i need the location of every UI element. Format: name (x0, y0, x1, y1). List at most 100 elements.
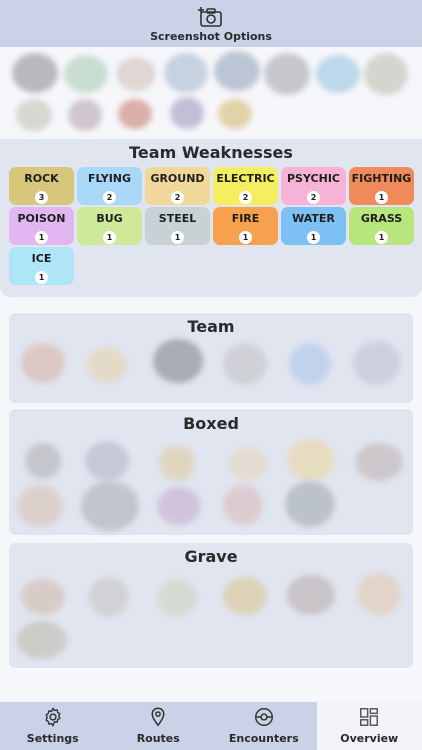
boxed-section: Boxed (9, 409, 413, 535)
weakness-count: 2 (171, 191, 184, 204)
weakness-type: BUG (96, 212, 123, 225)
weakness-type: ELECTRIC (216, 172, 275, 185)
grave-section: Grave (9, 543, 413, 668)
tab-routes[interactable]: Routes (106, 702, 212, 750)
weakness-type: FIGHTING (351, 172, 412, 185)
weakness-type: POISON (17, 212, 66, 225)
team-section: Team (9, 313, 413, 403)
pokemon-sprite[interactable] (287, 439, 335, 481)
screenshot-options-button[interactable]: Screenshot Options (0, 0, 422, 47)
weakness-type: FIRE (231, 212, 260, 225)
weakness-chip-psychic[interactable]: PSYCHIC 2 (281, 167, 346, 205)
weakness-type: FLYING (87, 172, 132, 185)
pokemon-sprite[interactable] (264, 53, 310, 95)
grave-section-title: Grave (184, 547, 238, 566)
bottom-tab-bar: Settings Routes Encounters Overview (0, 702, 422, 750)
weakness-count: 1 (171, 231, 184, 244)
weakness-chip-steel[interactable]: STEEL 1 (145, 207, 210, 245)
tab-label: Encounters (228, 732, 299, 745)
pokemon-sprite[interactable] (170, 97, 204, 129)
team-weaknesses-title: Team Weaknesses (129, 143, 293, 162)
weakness-chip-electric[interactable]: ELECTRIC 2 (213, 167, 278, 205)
gear-icon (41, 705, 65, 729)
weakness-chip-ground[interactable]: GROUND 2 (145, 167, 210, 205)
pokemon-sprite[interactable] (223, 343, 267, 385)
weakness-type: ROCK (24, 172, 59, 185)
pokemon-sprite[interactable] (12, 53, 58, 93)
pokemon-sprite[interactable] (353, 341, 401, 385)
weakness-count: 1 (103, 231, 116, 244)
weakness-count: 1 (35, 231, 48, 244)
screenshot-options-label: Screenshot Options (150, 30, 272, 43)
weakness-count: 2 (307, 191, 320, 204)
weakness-count: 1 (239, 231, 252, 244)
map-pin-icon (146, 705, 170, 729)
pokemon-sprite[interactable] (218, 99, 252, 129)
tab-label: Overview (340, 732, 399, 745)
pokemon-sprite[interactable] (16, 99, 52, 131)
pokemon-sprite[interactable] (364, 53, 408, 95)
pokemon-sprite[interactable] (21, 343, 65, 383)
weakness-type: GRASS (360, 212, 403, 225)
pokemon-sprite[interactable] (214, 51, 260, 91)
weakness-chip-poison[interactable]: POISON 1 (9, 207, 74, 245)
pokemon-sprite[interactable] (21, 579, 65, 615)
weakness-chip-fighting[interactable]: FIGHTING 1 (349, 167, 414, 205)
team-weaknesses-panel: Team Weaknesses ROCK 3 FLYING 2 GROUND 2 EL… (0, 139, 422, 297)
pokemon-sprite[interactable] (89, 577, 129, 617)
pokemon-sprite[interactable] (223, 485, 263, 525)
pokemon-sprite[interactable] (357, 573, 401, 615)
pokemon-sprite[interactable] (355, 443, 403, 481)
pokemon-sprite[interactable] (159, 445, 195, 481)
pokemon-sprite[interactable] (116, 57, 156, 91)
weakness-type: GROUND (150, 172, 205, 185)
tab-label: Routes (136, 732, 180, 745)
camera-add-icon (197, 5, 225, 29)
pokemon-sprite[interactable] (153, 339, 203, 383)
weakness-chip-ice[interactable]: ICE 1 (9, 247, 74, 285)
weakness-count: 3 (35, 191, 48, 204)
pokemon-sprite[interactable] (17, 621, 67, 659)
boxed-section-title: Boxed (183, 414, 239, 433)
weakness-count: 1 (35, 271, 48, 284)
weakness-count: 2 (103, 191, 116, 204)
weakness-chip-flying[interactable]: FLYING 2 (77, 167, 142, 205)
weakness-chip-fire[interactable]: FIRE 1 (213, 207, 278, 245)
dashboard-icon (357, 705, 381, 729)
pokemon-sprite[interactable] (287, 575, 335, 615)
pokemon-sprite[interactable] (87, 347, 127, 383)
pokemon-sprite[interactable] (118, 99, 152, 129)
pokemon-sprite[interactable] (289, 343, 331, 385)
weakness-type: WATER (292, 212, 335, 225)
weakness-count: 1 (307, 231, 320, 244)
weakness-chip-bug[interactable]: BUG 1 (77, 207, 142, 245)
pokemon-sprite[interactable] (25, 443, 61, 479)
weakness-type: STEEL (158, 212, 197, 225)
pokemon-sprite[interactable] (316, 55, 360, 93)
weakness-chip-water[interactable]: WATER 1 (281, 207, 346, 245)
weakness-type: ICE (31, 252, 52, 265)
pokemon-sprite[interactable] (157, 579, 197, 617)
tab-settings[interactable]: Settings (0, 702, 106, 750)
weakness-chip-rock[interactable]: ROCK 3 (9, 167, 74, 205)
pokemon-sprite[interactable] (17, 485, 63, 527)
weakness-count: 1 (375, 231, 388, 244)
tab-overview[interactable]: Overview (316, 702, 422, 750)
pokemon-sprite[interactable] (68, 99, 102, 131)
pokemon-sprite[interactable] (229, 447, 267, 481)
pokeball-icon (252, 705, 276, 729)
pokemon-sprite[interactable] (157, 487, 201, 525)
weakness-count: 1 (375, 191, 388, 204)
pokemon-sprite[interactable] (64, 55, 108, 93)
pokemon-sprite[interactable] (285, 481, 335, 527)
weakness-chip-grass[interactable]: GRASS 1 (349, 207, 414, 245)
weakness-type: PSYCHIC (286, 172, 340, 185)
pokemon-sprite[interactable] (81, 481, 139, 531)
team-section-title: Team (187, 317, 235, 336)
pokemon-sprite[interactable] (85, 441, 129, 481)
pokemon-sprite[interactable] (164, 53, 208, 93)
weakness-count: 2 (239, 191, 252, 204)
tab-label: Settings (26, 732, 79, 745)
pokemon-sprite[interactable] (223, 577, 267, 615)
tab-encounters[interactable]: Encounters (211, 702, 317, 750)
